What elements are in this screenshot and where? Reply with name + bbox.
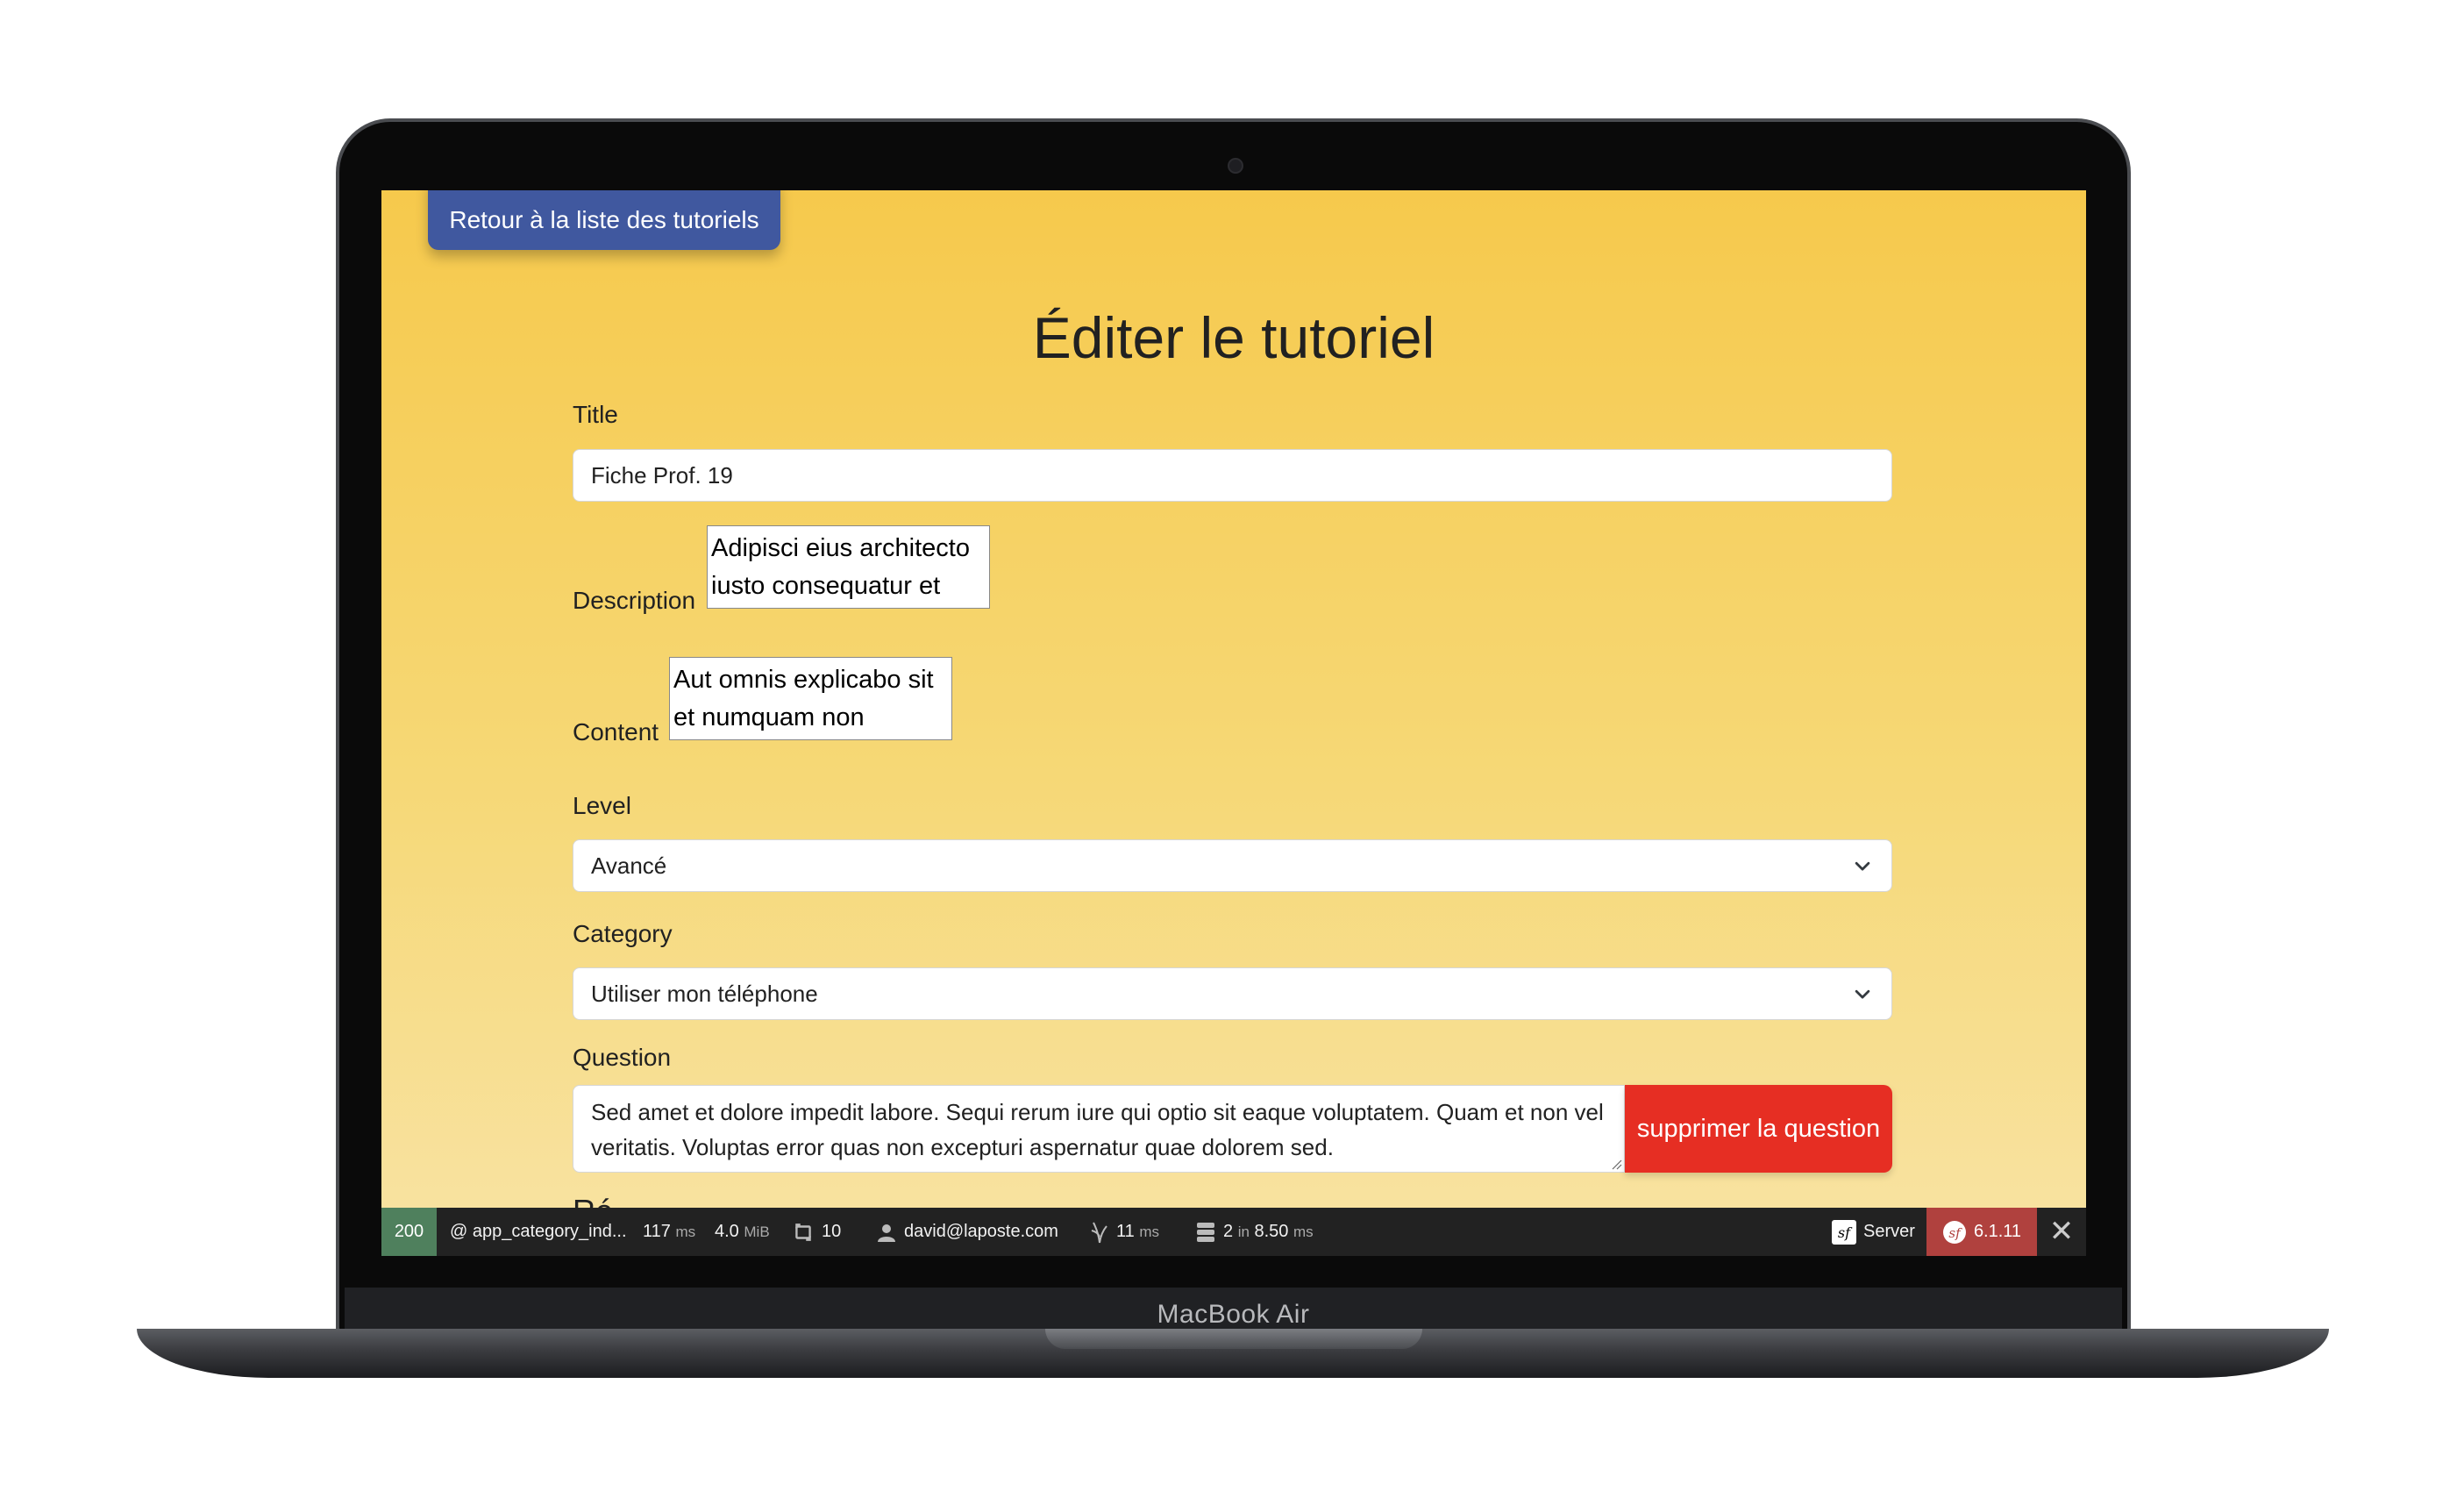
database-panel[interactable]: 2 in 8.50 ms [1195,1208,1314,1256]
memory-unit: MiB [744,1223,770,1240]
symfony-debug-toolbar: 200 @ app_category_ind... 117 ms 4.0 MiB… [381,1208,2086,1256]
status-code-badge[interactable]: 200 [381,1208,437,1256]
memory-value: 4.0 [715,1222,739,1241]
level-selected-value: Avancé [591,853,667,879]
laptop-notch [1045,1329,1422,1349]
question-label: Question [573,1044,672,1071]
question-group: Sed amet et dolore impedit labore. Sequi… [573,1085,1892,1173]
symfony-version: 6.1.11 [1973,1222,2022,1241]
chevron-down-icon [1855,861,1870,871]
level-label: Level [573,792,631,819]
twig-time-unit: ms [1139,1223,1159,1240]
title-input[interactable]: Fiche Prof. 19 [573,449,1892,502]
route-name[interactable]: @ app_category_ind... [450,1208,627,1256]
memory-usage[interactable]: 4.0 MiB [715,1208,770,1256]
twig-panel[interactable]: 11 ms [1090,1208,1159,1256]
request-time-unit: ms [675,1223,696,1240]
close-icon[interactable]: ✕ [2037,1208,2086,1256]
request-time-value: 117 [643,1222,671,1241]
description-label: Description [573,587,696,614]
twig-time-value: 11 [1116,1222,1135,1241]
level-select[interactable]: Avancé [573,839,1892,892]
back-to-list-button[interactable]: Retour à la liste des tutoriels [428,190,780,250]
forms-panel[interactable]: 10 [792,1208,841,1256]
db-time-unit: ms [1293,1223,1314,1240]
symfony-icon: sf [1942,1220,1966,1244]
security-panel[interactable]: david@laposte.com [876,1208,1058,1256]
db-query-count: 2 [1223,1222,1234,1241]
forms-count: 10 [822,1222,842,1241]
current-user: david@laposte.com [904,1222,1058,1241]
sync-icon [795,1223,811,1241]
chevron-down-icon [1855,989,1870,999]
content-textarea[interactable]: Aut omnis explicabo sit et numquam non [669,657,952,740]
request-time[interactable]: 117 ms [643,1208,695,1256]
page-title: Éditer le tutoriel [1032,305,1435,370]
database-icon [1197,1222,1214,1242]
db-time: 8.50 [1254,1222,1289,1241]
symfony-version-panel[interactable]: sf 6.1.11 [1926,1208,2037,1256]
category-label: Category [573,920,673,947]
camera-icon [1228,158,1243,174]
question-textarea[interactable]: Sed amet et dolore impedit labore. Sequi… [573,1085,1625,1173]
user-icon [878,1223,895,1242]
content-label: Content [573,718,659,746]
twig-icon [1091,1222,1107,1243]
delete-question-button[interactable]: supprimer la question [1625,1085,1892,1173]
title-label: Title [573,401,618,428]
server-label: Server [1863,1222,1915,1241]
server-panel[interactable]: sf Server [1832,1208,1915,1256]
resize-grip-icon[interactable] [1610,1158,1622,1170]
browser-viewport: Retour à la liste des tutoriels Éditer l… [381,190,2086,1256]
symfony-icon: sf [1832,1219,1856,1245]
db-in: in [1237,1223,1250,1240]
question-text-value: Sed amet et dolore impedit labore. Sequi… [591,1099,1604,1160]
category-select[interactable]: Utiliser mon téléphone [573,967,1892,1020]
category-selected-value: Utiliser mon téléphone [591,981,818,1007]
description-textarea[interactable]: Adipisci eius architecto iusto consequat… [707,525,990,609]
